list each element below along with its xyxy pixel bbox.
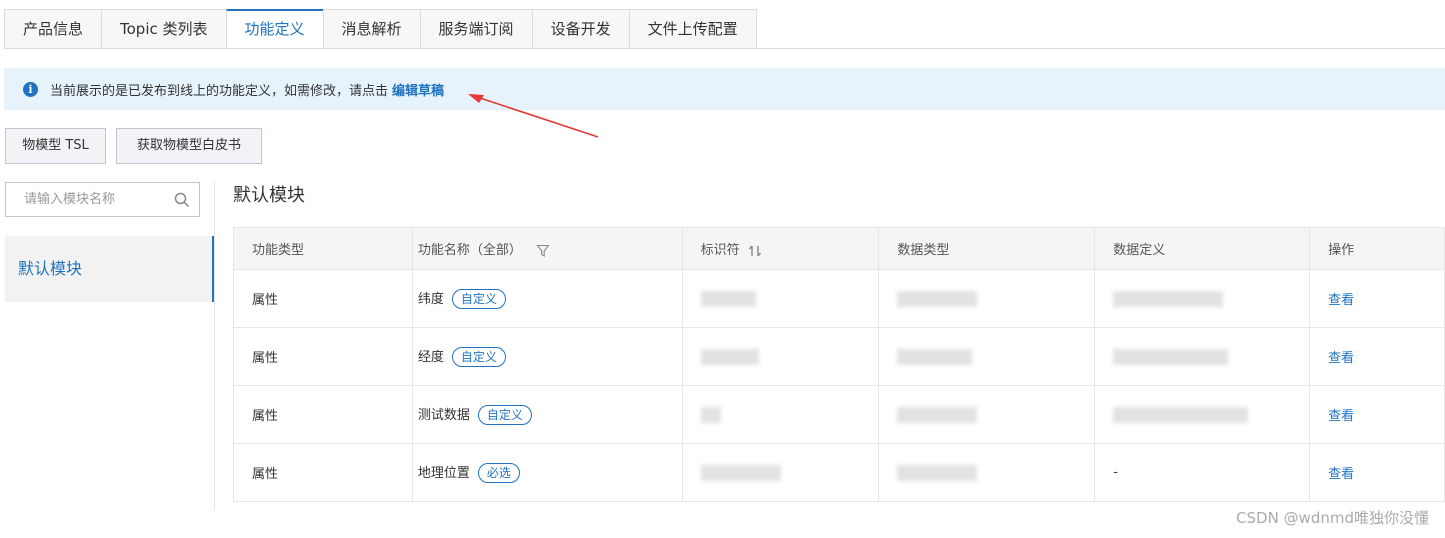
- tab-divider: [4, 48, 1445, 49]
- tab-device-development[interactable]: 设备开发: [531, 9, 629, 49]
- tag-badge: 自定义: [477, 405, 532, 426]
- cell-datatype-redacted: [878, 443, 1096, 502]
- header-function-type: 功能类型: [233, 227, 413, 270]
- cell-action: 查看: [1309, 385, 1445, 444]
- cell-identifier-redacted: [681, 443, 880, 502]
- search-icon[interactable]: [174, 192, 190, 208]
- tag-badge: 自定义: [451, 289, 506, 310]
- table-row: 属性 地理位置 必选 - 查看: [233, 443, 1445, 502]
- tab-topic-list[interactable]: Topic 类列表: [101, 9, 226, 49]
- cell-name: 测试数据 自定义: [411, 385, 683, 444]
- cell-action: 查看: [1309, 443, 1445, 502]
- table-row: 属性 经度 自定义 查看: [233, 327, 1445, 386]
- header-data-type: 数据类型: [878, 227, 1096, 270]
- cell-type: 属性: [233, 443, 413, 502]
- cell-name: 经度 自定义: [411, 327, 683, 386]
- csdn-watermark: CSDN @wdnmd唯独你没懂: [1236, 509, 1429, 527]
- cell-type: 属性: [233, 385, 413, 444]
- module-search: [5, 182, 200, 217]
- cell-type: 属性: [233, 269, 413, 328]
- module-search-input[interactable]: [6, 183, 166, 216]
- cell-identifier-redacted: [681, 269, 880, 328]
- view-link[interactable]: 查看: [1328, 351, 1354, 366]
- header-function-name: 功能名称（全部）: [411, 227, 683, 270]
- tag-badge: 必选: [477, 463, 520, 484]
- cell-identifier-redacted: [681, 385, 880, 444]
- cell-datadef-redacted: [1094, 327, 1311, 386]
- tab-bar: 产品信息 Topic 类列表 功能定义 消息解析 服务端订阅 设备开发 文件上传…: [4, 9, 757, 49]
- header-data-definition: 数据定义: [1094, 227, 1311, 270]
- cell-datadef-redacted: [1094, 385, 1311, 444]
- tsl-button[interactable]: 物模型 TSL: [5, 128, 106, 164]
- cell-datadef-redacted: [1094, 269, 1311, 328]
- tab-message-parsing[interactable]: 消息解析: [322, 9, 420, 49]
- view-link[interactable]: 查看: [1328, 467, 1354, 482]
- cell-name: 地理位置 必选: [411, 443, 683, 502]
- info-icon: i: [23, 81, 38, 97]
- header-action: 操作: [1309, 227, 1445, 270]
- panel-divider: [214, 182, 215, 510]
- view-link[interactable]: 查看: [1328, 293, 1354, 308]
- annotation-arrow: [468, 94, 599, 138]
- view-link[interactable]: 查看: [1328, 409, 1354, 424]
- function-table: 功能类型 功能名称（全部） 标识符 数据类型 数据定义 操作 属性 纬度自定义: [233, 227, 1445, 502]
- table-header-row: 功能类型 功能名称（全部） 标识符 数据类型 数据定义 操作: [233, 227, 1445, 270]
- whitepaper-button[interactable]: 获取物模型白皮书: [116, 128, 262, 164]
- cell-datatype-redacted: [878, 269, 1096, 328]
- cell-name: 纬度 自定义: [411, 269, 683, 328]
- filter-icon[interactable]: [536, 244, 550, 258]
- cell-identifier-redacted: [681, 327, 880, 386]
- cell-action: 查看: [1309, 327, 1445, 386]
- info-notice: i 当前展示的是已发布到线上的功能定义，如需修改，请点击 编辑草稿: [4, 68, 1445, 110]
- tag-badge: 自定义: [451, 347, 506, 368]
- table-row: 属性 纬度 自定义 查看: [233, 269, 1445, 328]
- cell-action: 查看: [1309, 269, 1445, 328]
- tab-product-info[interactable]: 产品信息: [4, 9, 102, 49]
- cell-datatype-redacted: [878, 385, 1096, 444]
- tab-server-subscription[interactable]: 服务端订阅: [419, 9, 532, 49]
- cell-datadef: -: [1094, 443, 1311, 502]
- table-row: 属性 测试数据 自定义 查看: [233, 385, 1445, 444]
- module-title: 默认模块: [233, 185, 305, 206]
- module-item-default[interactable]: 默认模块: [5, 236, 215, 302]
- tab-file-upload-config[interactable]: 文件上传配置: [628, 9, 757, 49]
- cell-datatype-redacted: [878, 327, 1096, 386]
- notice-text: 当前展示的是已发布到线上的功能定义，如需修改，请点击: [50, 83, 389, 99]
- tab-function-definition[interactable]: 功能定义: [225, 9, 323, 49]
- sort-icon[interactable]: [748, 244, 762, 258]
- header-identifier: 标识符: [681, 227, 880, 270]
- cell-type: 属性: [233, 327, 413, 386]
- edit-draft-link[interactable]: 编辑草稿: [392, 80, 444, 99]
